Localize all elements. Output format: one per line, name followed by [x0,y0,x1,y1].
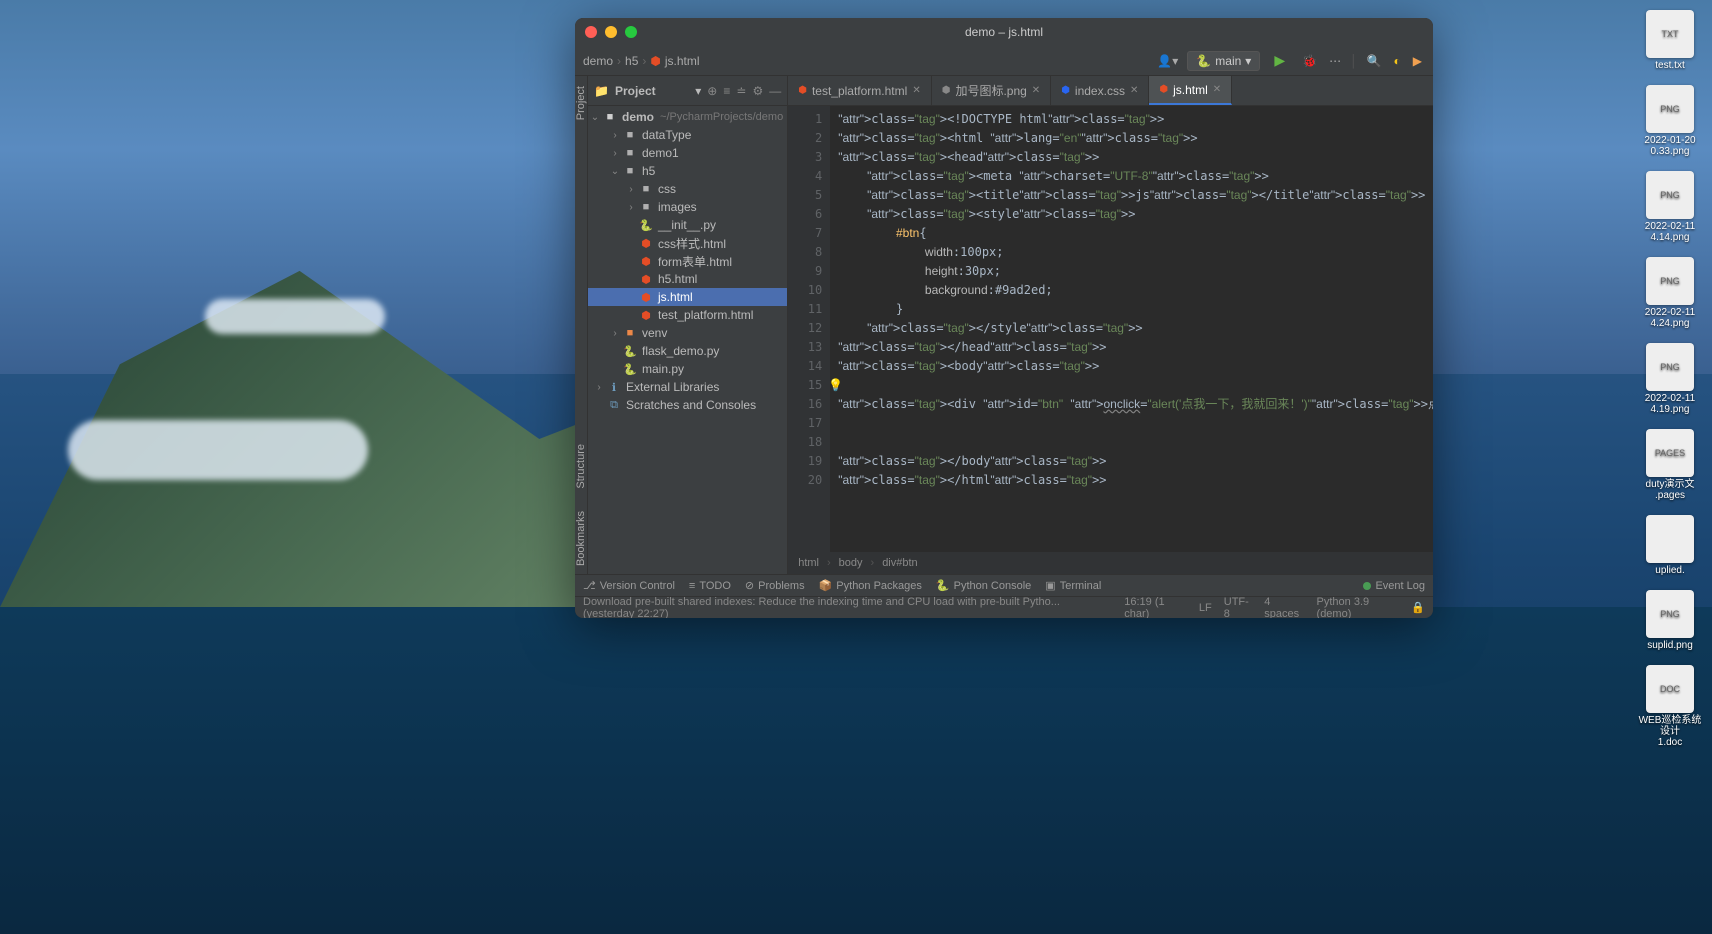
tree-item[interactable]: 🐍main.py [588,360,787,378]
tree-item[interactable]: ›■demo1 [588,144,787,162]
navigation-bar: demo› h5› ⬢js.html 👤▾ 🐍main▾ ▶ 🐞 ⋯ │ 🔍 ◐… [575,46,1433,76]
code-with-me-icon[interactable]: ▶ [1410,54,1425,68]
project-tree[interactable]: ⌄■demo~/PycharmProjects/demo›■dataType›■… [588,106,787,574]
collapse-all-icon[interactable]: ≐ [736,84,746,98]
packages-tab[interactable]: 📦 Python Packages [819,579,922,592]
select-opened-icon[interactable]: ⊕ [707,84,717,98]
problems-tab[interactable]: ⊘ Problems [745,579,805,592]
maximize-icon[interactable] [625,26,637,38]
tree-item[interactable]: 🐍flask_demo.py [588,342,787,360]
terminal-tab[interactable]: ▣ Terminal [1045,579,1101,592]
window-controls [585,26,637,38]
editor: ⬢test_platform.html✕⬢加号图标.png✕⬢index.css… [788,76,1433,574]
desktop-file[interactable]: PNG2022-02-11 4.19.png [1636,343,1704,415]
todo-tab[interactable]: ≡ TODO [689,580,731,592]
project-panel-header: 📁 Project ▾ ⊕ ≡ ≐ ⚙ — [588,76,787,106]
tree-item[interactable]: ⬢js.html [588,288,787,306]
expand-all-icon[interactable]: ≡ [723,84,730,98]
tree-item[interactable]: ›■images [588,198,787,216]
gear-icon[interactable]: ⚙ [752,84,763,98]
file-encoding[interactable]: UTF-8 [1224,596,1253,619]
tree-root[interactable]: ⌄■demo~/PycharmProjects/demo [588,108,787,126]
minimize-icon[interactable] [605,26,617,38]
hide-icon[interactable]: — [769,84,781,98]
sidebar-tool-project[interactable]: Project [575,84,587,122]
desktop-file[interactable]: PNGsuplid.png [1636,590,1704,651]
editor-breadcrumb[interactable]: html› body› div#btn [788,552,1433,574]
desktop-file[interactable]: PNG2022-02-11 4.24.png [1636,257,1704,329]
close-tab-icon[interactable]: ✕ [912,85,920,96]
more-run-icon[interactable]: ⋯ [1326,54,1344,68]
tree-item[interactable]: ⧉Scratches and Consoles [588,396,787,414]
ide-window: demo – js.html demo› h5› ⬢js.html 👤▾ 🐍ma… [575,18,1433,618]
editor-body[interactable]: 1234567891011121314151617181920 "attr">c… [788,106,1433,552]
ide-support-icon[interactable]: ◐ [1391,54,1404,68]
tree-item[interactable]: ⬢form表单.html [588,252,787,270]
user-icon[interactable]: 👤▾ [1154,54,1181,68]
desktop-file[interactable]: DOCWEB巡检系统设计 1.doc [1636,665,1704,748]
indent-setting[interactable]: 4 spaces [1264,596,1304,619]
status-bar: Download pre-built shared indexes: Reduc… [575,596,1433,618]
tree-item[interactable]: ⬢h5.html [588,270,787,288]
editor-tab[interactable]: ⬢js.html✕ [1149,76,1232,105]
close-tab-icon[interactable]: ✕ [1032,85,1040,96]
run-config-selector[interactable]: 🐍main▾ [1187,51,1260,71]
code-content[interactable]: "attr">class="tag"><!DOCTYPE html"attr">… [830,106,1433,552]
tree-item[interactable]: ›■venv [588,324,787,342]
left-tool-strip: Project Structure Bookmarks [575,76,588,574]
desktop-file[interactable]: PNG2022-02-11 4.14.png [1636,171,1704,243]
status-msg[interactable]: Download pre-built shared indexes: Reduc… [583,596,1100,619]
window-title: demo – js.html [575,25,1433,39]
bottom-toolbar: ⎇ Version Control ≡ TODO ⊘ Problems 📦 Py… [575,574,1433,596]
close-tab-icon[interactable]: ✕ [1130,85,1138,96]
project-panel: 📁 Project ▾ ⊕ ≡ ≐ ⚙ — ⌄■demo~/PycharmPro… [588,76,788,574]
desktop-file[interactable]: PNG2022-01-20 0.33.png [1636,85,1704,157]
tree-item[interactable]: ⬢css样式.html [588,234,787,252]
version-control-tab[interactable]: ⎇ Version Control [583,579,675,592]
line-separator[interactable]: LF [1199,602,1212,614]
tree-item[interactable]: ⬢test_platform.html [588,306,787,324]
titlebar: demo – js.html [575,18,1433,46]
desktop-icons: TXTtest.txt PNG2022-01-20 0.33.png PNG2022… [1636,10,1704,748]
interpreter[interactable]: Python 3.9 (demo) [1317,596,1400,619]
run-button[interactable]: ▶ [1266,50,1293,71]
editor-tabs: ⬢test_platform.html✕⬢加号图标.png✕⬢index.css… [788,76,1433,106]
tree-item[interactable]: ›■css [588,180,787,198]
event-log-tab[interactable]: Event Log [1363,580,1425,592]
desktop-file[interactable]: PAGESduty演示文 .pages [1636,429,1704,501]
close-tab-icon[interactable]: ✕ [1213,84,1221,95]
tree-item[interactable]: ›ℹExternal Libraries [588,378,787,396]
breadcrumb[interactable]: demo› h5› ⬢js.html [583,54,700,68]
python-console-tab[interactable]: 🐍 Python Console [936,579,1031,592]
tree-item[interactable]: ⌄■h5 [588,162,787,180]
sidebar-tool-bookmarks[interactable]: Bookmarks [575,509,587,568]
search-icon[interactable]: 🔍 [1364,54,1385,68]
sidebar-tool-structure[interactable]: Structure [575,442,587,491]
desktop-file[interactable]: uplied. [1636,515,1704,576]
lock-icon[interactable]: 🔒 [1411,601,1425,614]
close-icon[interactable] [585,26,597,38]
debug-icon[interactable]: 🐞 [1299,54,1320,68]
desktop-file[interactable]: TXTtest.txt [1636,10,1704,71]
line-numbers: 1234567891011121314151617181920 [788,106,830,552]
tree-item[interactable]: 🐍__init__.py [588,216,787,234]
tree-item[interactable]: ›■dataType [588,126,787,144]
editor-tab[interactable]: ⬢加号图标.png✕ [932,76,1051,105]
cursor-position[interactable]: 16:19 (1 char) [1124,596,1187,619]
editor-tab[interactable]: ⬢index.css✕ [1051,76,1149,105]
editor-tab[interactable]: ⬢test_platform.html✕ [788,76,932,105]
